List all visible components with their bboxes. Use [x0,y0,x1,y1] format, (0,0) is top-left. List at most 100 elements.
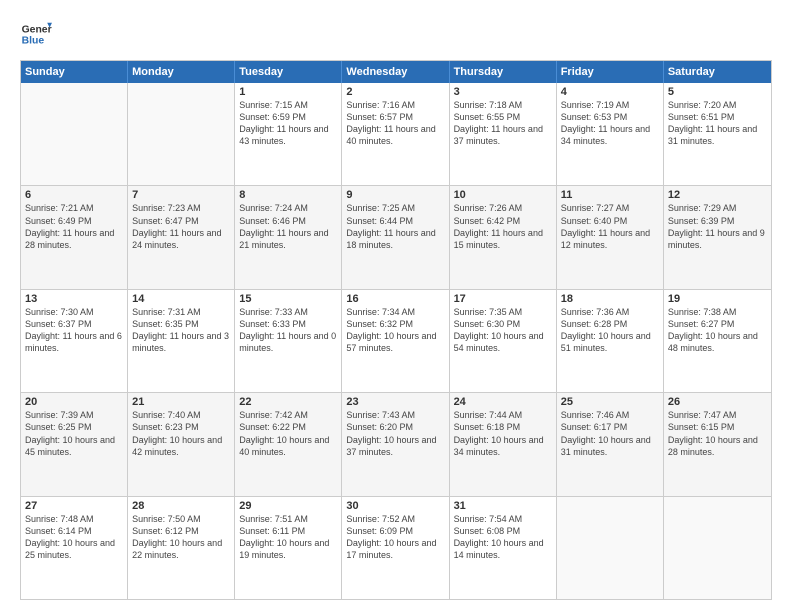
day-number: 22 [239,396,337,408]
calendar-week-row: 13Sunrise: 7:30 AM Sunset: 6:37 PM Dayli… [21,289,771,392]
calendar-day-cell: 25Sunrise: 7:46 AM Sunset: 6:17 PM Dayli… [557,393,664,495]
page-header: General Blue [20,18,772,50]
day-number: 7 [132,189,230,201]
day-info: Sunrise: 7:40 AM Sunset: 6:23 PM Dayligh… [132,409,230,458]
calendar-day-cell: 11Sunrise: 7:27 AM Sunset: 6:40 PM Dayli… [557,186,664,288]
calendar-day-cell: 12Sunrise: 7:29 AM Sunset: 6:39 PM Dayli… [664,186,771,288]
day-info: Sunrise: 7:48 AM Sunset: 6:14 PM Dayligh… [25,513,123,562]
day-number: 9 [346,189,444,201]
calendar-day-cell: 8Sunrise: 7:24 AM Sunset: 6:46 PM Daylig… [235,186,342,288]
calendar-day-cell: 29Sunrise: 7:51 AM Sunset: 6:11 PM Dayli… [235,497,342,599]
calendar-day-cell: 2Sunrise: 7:16 AM Sunset: 6:57 PM Daylig… [342,83,449,185]
svg-text:General: General [22,24,52,35]
day-info: Sunrise: 7:43 AM Sunset: 6:20 PM Dayligh… [346,409,444,458]
day-number: 10 [454,189,552,201]
day-number: 28 [132,500,230,512]
calendar-day-cell: 9Sunrise: 7:25 AM Sunset: 6:44 PM Daylig… [342,186,449,288]
calendar-day-cell: 10Sunrise: 7:26 AM Sunset: 6:42 PM Dayli… [450,186,557,288]
calendar-day-cell: 1Sunrise: 7:15 AM Sunset: 6:59 PM Daylig… [235,83,342,185]
calendar-day-cell: 15Sunrise: 7:33 AM Sunset: 6:33 PM Dayli… [235,290,342,392]
calendar-day-cell: 31Sunrise: 7:54 AM Sunset: 6:08 PM Dayli… [450,497,557,599]
day-number: 17 [454,293,552,305]
calendar-day-cell: 26Sunrise: 7:47 AM Sunset: 6:15 PM Dayli… [664,393,771,495]
calendar-day-cell: 30Sunrise: 7:52 AM Sunset: 6:09 PM Dayli… [342,497,449,599]
day-number: 2 [346,86,444,98]
day-number: 5 [668,86,767,98]
calendar-day-cell: 22Sunrise: 7:42 AM Sunset: 6:22 PM Dayli… [235,393,342,495]
day-info: Sunrise: 7:46 AM Sunset: 6:17 PM Dayligh… [561,409,659,458]
calendar-day-header: Sunday [21,61,128,83]
day-info: Sunrise: 7:16 AM Sunset: 6:57 PM Dayligh… [346,99,444,148]
day-info: Sunrise: 7:47 AM Sunset: 6:15 PM Dayligh… [668,409,767,458]
day-number: 23 [346,396,444,408]
day-number: 29 [239,500,337,512]
day-number: 30 [346,500,444,512]
day-info: Sunrise: 7:25 AM Sunset: 6:44 PM Dayligh… [346,202,444,251]
day-number: 24 [454,396,552,408]
calendar-day-cell: 4Sunrise: 7:19 AM Sunset: 6:53 PM Daylig… [557,83,664,185]
calendar-empty-cell [557,497,664,599]
calendar-day-cell: 28Sunrise: 7:50 AM Sunset: 6:12 PM Dayli… [128,497,235,599]
day-number: 6 [25,189,123,201]
calendar-day-cell: 14Sunrise: 7:31 AM Sunset: 6:35 PM Dayli… [128,290,235,392]
day-info: Sunrise: 7:26 AM Sunset: 6:42 PM Dayligh… [454,202,552,251]
day-number: 1 [239,86,337,98]
calendar-day-header: Tuesday [235,61,342,83]
calendar-day-cell: 13Sunrise: 7:30 AM Sunset: 6:37 PM Dayli… [21,290,128,392]
day-info: Sunrise: 7:21 AM Sunset: 6:49 PM Dayligh… [25,202,123,251]
calendar-day-cell: 16Sunrise: 7:34 AM Sunset: 6:32 PM Dayli… [342,290,449,392]
calendar-day-cell: 21Sunrise: 7:40 AM Sunset: 6:23 PM Dayli… [128,393,235,495]
calendar: SundayMondayTuesdayWednesdayThursdayFrid… [20,60,772,600]
day-info: Sunrise: 7:20 AM Sunset: 6:51 PM Dayligh… [668,99,767,148]
calendar-empty-cell [21,83,128,185]
day-info: Sunrise: 7:50 AM Sunset: 6:12 PM Dayligh… [132,513,230,562]
day-number: 25 [561,396,659,408]
day-number: 27 [25,500,123,512]
day-info: Sunrise: 7:31 AM Sunset: 6:35 PM Dayligh… [132,306,230,355]
calendar-day-cell: 5Sunrise: 7:20 AM Sunset: 6:51 PM Daylig… [664,83,771,185]
calendar-day-cell: 17Sunrise: 7:35 AM Sunset: 6:30 PM Dayli… [450,290,557,392]
calendar-header-row: SundayMondayTuesdayWednesdayThursdayFrid… [21,61,771,83]
day-number: 15 [239,293,337,305]
day-number: 4 [561,86,659,98]
day-number: 11 [561,189,659,201]
calendar-day-cell: 6Sunrise: 7:21 AM Sunset: 6:49 PM Daylig… [21,186,128,288]
calendar-day-cell: 19Sunrise: 7:38 AM Sunset: 6:27 PM Dayli… [664,290,771,392]
calendar-day-cell: 27Sunrise: 7:48 AM Sunset: 6:14 PM Dayli… [21,497,128,599]
calendar-week-row: 1Sunrise: 7:15 AM Sunset: 6:59 PM Daylig… [21,83,771,185]
day-info: Sunrise: 7:29 AM Sunset: 6:39 PM Dayligh… [668,202,767,251]
logo-icon: General Blue [20,18,52,50]
day-number: 20 [25,396,123,408]
day-info: Sunrise: 7:35 AM Sunset: 6:30 PM Dayligh… [454,306,552,355]
day-number: 16 [346,293,444,305]
day-number: 18 [561,293,659,305]
day-info: Sunrise: 7:33 AM Sunset: 6:33 PM Dayligh… [239,306,337,355]
day-number: 26 [668,396,767,408]
calendar-day-cell: 3Sunrise: 7:18 AM Sunset: 6:55 PM Daylig… [450,83,557,185]
day-number: 3 [454,86,552,98]
day-number: 14 [132,293,230,305]
day-info: Sunrise: 7:44 AM Sunset: 6:18 PM Dayligh… [454,409,552,458]
calendar-week-row: 6Sunrise: 7:21 AM Sunset: 6:49 PM Daylig… [21,185,771,288]
day-info: Sunrise: 7:52 AM Sunset: 6:09 PM Dayligh… [346,513,444,562]
day-info: Sunrise: 7:54 AM Sunset: 6:08 PM Dayligh… [454,513,552,562]
day-info: Sunrise: 7:39 AM Sunset: 6:25 PM Dayligh… [25,409,123,458]
calendar-day-cell: 18Sunrise: 7:36 AM Sunset: 6:28 PM Dayli… [557,290,664,392]
day-number: 19 [668,293,767,305]
day-info: Sunrise: 7:36 AM Sunset: 6:28 PM Dayligh… [561,306,659,355]
svg-text:Blue: Blue [22,36,45,47]
day-info: Sunrise: 7:42 AM Sunset: 6:22 PM Dayligh… [239,409,337,458]
calendar-day-cell: 24Sunrise: 7:44 AM Sunset: 6:18 PM Dayli… [450,393,557,495]
calendar-day-cell: 20Sunrise: 7:39 AM Sunset: 6:25 PM Dayli… [21,393,128,495]
day-info: Sunrise: 7:30 AM Sunset: 6:37 PM Dayligh… [25,306,123,355]
day-info: Sunrise: 7:38 AM Sunset: 6:27 PM Dayligh… [668,306,767,355]
day-info: Sunrise: 7:19 AM Sunset: 6:53 PM Dayligh… [561,99,659,148]
day-number: 31 [454,500,552,512]
day-number: 12 [668,189,767,201]
day-info: Sunrise: 7:24 AM Sunset: 6:46 PM Dayligh… [239,202,337,251]
calendar-week-row: 27Sunrise: 7:48 AM Sunset: 6:14 PM Dayli… [21,496,771,599]
calendar-body: 1Sunrise: 7:15 AM Sunset: 6:59 PM Daylig… [21,83,771,599]
day-info: Sunrise: 7:15 AM Sunset: 6:59 PM Dayligh… [239,99,337,148]
day-info: Sunrise: 7:51 AM Sunset: 6:11 PM Dayligh… [239,513,337,562]
calendar-empty-cell [128,83,235,185]
